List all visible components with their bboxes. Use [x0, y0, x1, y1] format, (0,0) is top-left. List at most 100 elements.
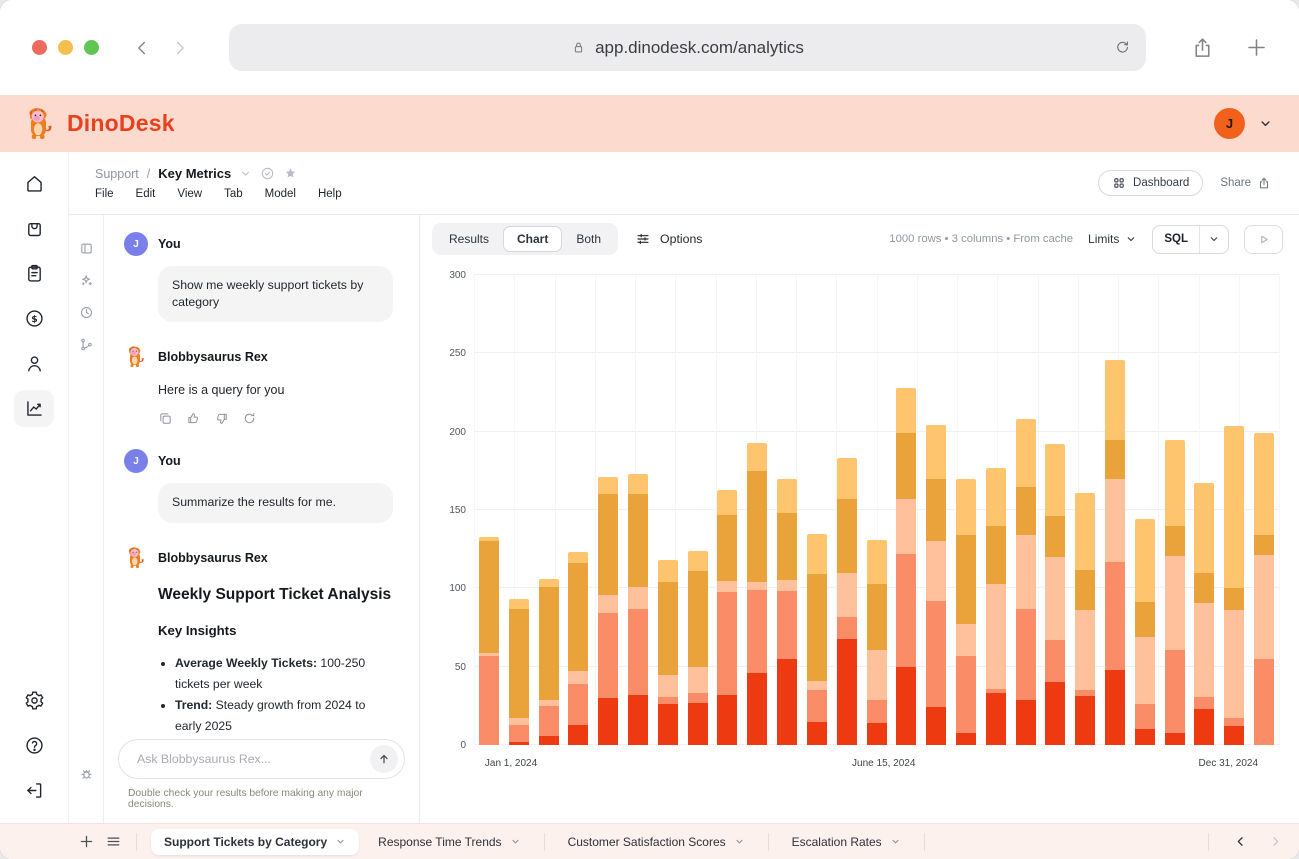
sidebar-item-billing[interactable]: $	[14, 300, 54, 337]
sidebar-item-clipboard[interactable]	[14, 255, 54, 292]
new-tab-icon[interactable]	[1244, 35, 1269, 60]
thumbs-up-button[interactable]	[186, 411, 201, 426]
stacked-bar[interactable]	[717, 490, 737, 745]
stacked-bar[interactable]	[598, 477, 618, 745]
options-button[interactable]: Options	[635, 231, 702, 247]
stacked-bar[interactable]	[658, 560, 678, 745]
stacked-bar[interactable]	[509, 599, 529, 745]
stacked-bar[interactable]	[568, 552, 588, 745]
stacked-bar[interactable]	[1045, 444, 1065, 745]
minimize-button[interactable]	[58, 40, 73, 55]
dataset-tab[interactable]: Response Time Trends	[365, 829, 533, 855]
bar-segment-peach	[1135, 637, 1155, 704]
forward-icon[interactable]	[169, 37, 191, 59]
stacked-bar[interactable]	[479, 537, 499, 745]
tab-list-icon[interactable]	[105, 833, 122, 850]
dataset-tab[interactable]: Support Tickets by Category	[151, 829, 359, 855]
stacked-bar[interactable]	[1224, 426, 1244, 745]
ministrip-flow[interactable]	[79, 337, 94, 352]
stacked-bar[interactable]	[896, 388, 916, 745]
url-bar[interactable]: app.dinodesk.com/analytics	[229, 24, 1146, 71]
dashboard-button[interactable]: Dashboard	[1098, 170, 1203, 196]
sql-button[interactable]: SQL	[1152, 225, 1229, 254]
stacked-bar[interactable]	[688, 551, 708, 745]
stacked-bar[interactable]	[986, 468, 1006, 745]
bar-segment-light-amber	[867, 540, 887, 584]
bar-segment-salmon	[509, 725, 529, 742]
chevron-down-icon[interactable]	[1200, 226, 1228, 253]
chevron-left-icon[interactable]	[1233, 834, 1248, 849]
ministrip-history[interactable]	[79, 305, 94, 320]
stacked-bar[interactable]	[1016, 419, 1036, 745]
chevron-right-icon[interactable]	[1268, 834, 1283, 849]
analysis-bullet: Trend: Steady growth from 2024 to early …	[175, 695, 393, 737]
back-icon[interactable]	[131, 37, 153, 59]
stacked-bar[interactable]	[747, 443, 767, 745]
ministrip-sparkles[interactable]	[79, 273, 94, 288]
menu-view[interactable]: View	[177, 188, 202, 200]
add-tab-icon[interactable]	[78, 833, 95, 850]
stacked-bar[interactable]	[539, 579, 559, 745]
regenerate-button[interactable]	[242, 411, 257, 426]
run-query-button[interactable]	[1244, 225, 1283, 254]
bar-segment-amber	[1194, 573, 1214, 603]
stacked-bar[interactable]	[956, 479, 976, 745]
plus-icon	[78, 833, 95, 850]
menu-help[interactable]: Help	[318, 188, 342, 200]
sidebar-item-help[interactable]	[14, 727, 54, 764]
view-tab-results[interactable]: Results	[435, 226, 503, 252]
stacked-bar[interactable]	[1194, 483, 1214, 745]
stacked-bar[interactable]	[867, 540, 887, 745]
stacked-bar[interactable]	[807, 534, 827, 745]
sidebar-item-settings[interactable]	[14, 682, 54, 719]
stacked-bar[interactable]	[926, 425, 946, 745]
share-page-icon[interactable]	[1190, 35, 1215, 60]
sidebar-item-home[interactable]	[14, 165, 54, 202]
breadcrumb-parent[interactable]: Support	[95, 167, 139, 181]
stacked-bar[interactable]	[1254, 433, 1274, 745]
stacked-bar[interactable]	[777, 479, 797, 745]
chat-input[interactable]	[135, 751, 370, 767]
ministrip-panel[interactable]	[79, 241, 94, 256]
thumbs-down-button[interactable]	[214, 411, 229, 426]
breadcrumb-current[interactable]: Key Metrics	[158, 166, 231, 181]
sidebar-item-customers[interactable]	[14, 345, 54, 382]
send-button[interactable]	[370, 745, 398, 773]
bar-segment-salmon	[1105, 562, 1125, 670]
y-axis-tick: 100	[424, 583, 466, 594]
stacked-bar[interactable]	[1165, 440, 1185, 745]
limits-dropdown[interactable]: Limits	[1088, 232, 1137, 246]
reload-icon[interactable]	[1114, 39, 1131, 56]
share-button[interactable]: Share	[1220, 176, 1271, 190]
stacked-bar[interactable]	[1075, 493, 1095, 745]
chevron-down-icon[interactable]	[239, 167, 252, 180]
user-avatar: J	[124, 232, 148, 256]
stacked-bar[interactable]	[628, 474, 648, 745]
close-button[interactable]	[32, 40, 47, 55]
view-tab-both[interactable]: Both	[562, 226, 615, 252]
menu-file[interactable]: File	[95, 188, 114, 200]
bar-segment-light-amber	[956, 479, 976, 535]
breadcrumb: Support / Key Metrics	[95, 166, 342, 181]
menu-model[interactable]: Model	[265, 188, 296, 200]
bar-segment-peach	[1224, 610, 1244, 718]
star-icon[interactable]	[283, 166, 298, 181]
bar-segment-red	[807, 722, 827, 746]
copy-button[interactable]	[158, 411, 173, 426]
zoom-button[interactable]	[84, 40, 99, 55]
dataset-tab[interactable]: Escalation Rates	[779, 829, 914, 855]
stacked-bar[interactable]	[837, 458, 857, 745]
menu-tab[interactable]: Tab	[224, 188, 243, 200]
user-avatar[interactable]: J	[1214, 108, 1245, 139]
stacked-bar[interactable]	[1135, 519, 1155, 745]
bar-segment-amber	[1016, 487, 1036, 536]
dataset-tab[interactable]: Customer Satisfaction Scores	[555, 829, 758, 855]
sidebar-item-logout[interactable]	[14, 772, 54, 809]
sidebar-item-shop[interactable]	[14, 210, 54, 247]
stacked-bar[interactable]	[1105, 360, 1125, 745]
ministrip-bug[interactable]	[79, 766, 94, 781]
menu-edit[interactable]: Edit	[136, 188, 156, 200]
view-tab-chart[interactable]: Chart	[503, 226, 562, 252]
chevron-down-icon[interactable]	[1258, 116, 1273, 131]
sidebar-item-analytics[interactable]	[14, 390, 54, 427]
